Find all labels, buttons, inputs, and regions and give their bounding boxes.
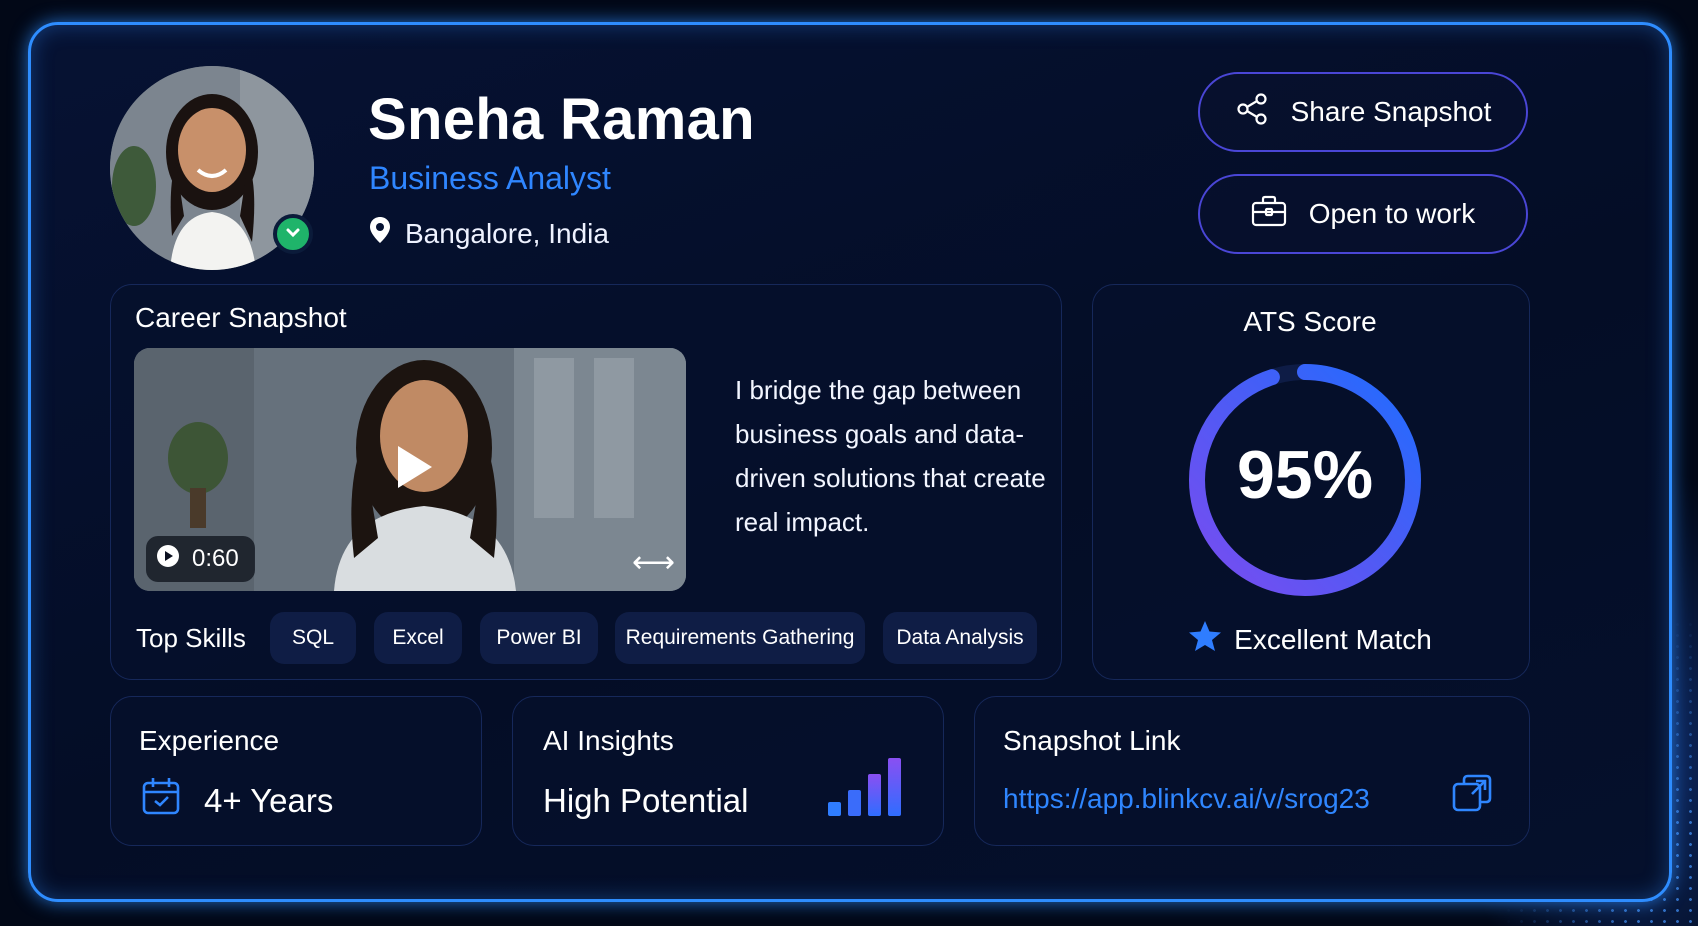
- play-small-icon: [156, 544, 180, 575]
- share-snapshot-button[interactable]: Share Snapshot: [1198, 72, 1528, 152]
- ats-match-label: Excellent Match: [1234, 623, 1432, 655]
- copy-link-icon[interactable]: [1452, 774, 1492, 819]
- experience-value: 4+ Years: [204, 782, 334, 819]
- video-timer: 0:60: [146, 536, 255, 582]
- expand-arrows-icon[interactable]: ⟷: [632, 545, 675, 580]
- location-pin-icon: [369, 216, 391, 251]
- ai-insights-value: High Potential: [543, 782, 749, 819]
- skill-chip[interactable]: Power BI: [480, 612, 598, 664]
- skill-chip[interactable]: Excel: [374, 612, 462, 664]
- career-snapshot-title: Career Snapshot: [135, 302, 347, 333]
- experience-card: [110, 696, 482, 846]
- check-circle-icon: [284, 223, 302, 246]
- verified-badge: [273, 214, 313, 254]
- ai-insights-label: AI Insights: [543, 725, 674, 756]
- ats-match: Excellent Match: [1090, 620, 1530, 659]
- snapshot-link-label: Snapshot Link: [1003, 725, 1181, 756]
- share-snapshot-label: Share Snapshot: [1290, 96, 1492, 127]
- snapshot-link-card: [974, 696, 1530, 846]
- career-bio: I bridge the gap between business goals …: [735, 375, 1046, 537]
- share-icon: [1235, 92, 1269, 133]
- location-text: Bangalore, India: [405, 217, 609, 249]
- skill-chip[interactable]: Requirements Gathering: [615, 612, 865, 664]
- snapshot-link-url[interactable]: https://app.blinkcv.ai/v/srog23: [1003, 783, 1370, 815]
- ats-title: ATS Score: [1243, 306, 1377, 337]
- play-icon[interactable]: [398, 446, 432, 488]
- open-to-work-label: Open to work: [1308, 198, 1476, 229]
- bar-chart-icon: [826, 756, 906, 823]
- profile-location: Bangalore, India: [369, 216, 609, 251]
- profile-name: Sneha Raman: [368, 87, 755, 152]
- briefcase-icon: [1251, 195, 1287, 234]
- video-duration: 0:60: [192, 545, 239, 572]
- calendar-icon: [141, 776, 181, 821]
- open-to-work-button[interactable]: Open to work: [1198, 174, 1528, 254]
- star-icon: [1188, 620, 1222, 659]
- top-skills-label: Top Skills: [136, 623, 246, 653]
- profile-role: Business Analyst: [369, 160, 611, 196]
- skill-chip[interactable]: Data Analysis: [883, 612, 1037, 664]
- ats-score-value: 95%: [1236, 437, 1374, 513]
- experience-label: Experience: [139, 725, 280, 756]
- skill-chip[interactable]: SQL: [270, 612, 356, 664]
